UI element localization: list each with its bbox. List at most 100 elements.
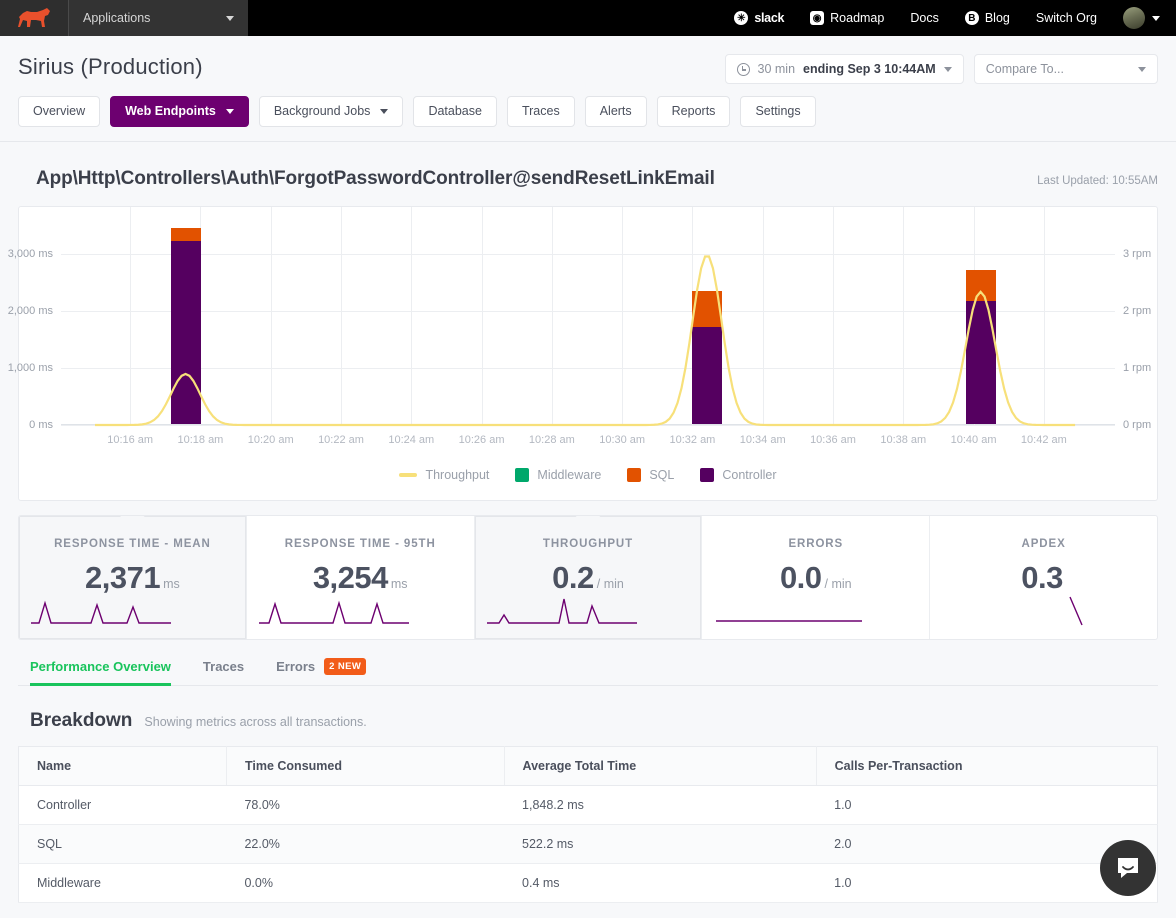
x-axis-tick-label: 10:40 am bbox=[950, 433, 997, 446]
chart-plot-area: 0 ms 1,000 ms 2,000 ms 3,000 ms 0 rpm 1 rpm 2 … bbox=[8, 206, 1151, 446]
applications-dropdown[interactable]: Applications bbox=[68, 0, 248, 36]
subnav-button-overview[interactable]: Overview bbox=[18, 96, 101, 127]
nav-link-slack[interactable]: ✳ slack bbox=[734, 11, 784, 25]
table-cell: 522.2 ms bbox=[504, 824, 817, 864]
metric-card-response-time-95th[interactable]: RESPONSE TIME - 95TH 3,254 ms bbox=[245, 515, 474, 639]
metric-card-value-wrap: 0.0/ min bbox=[702, 560, 929, 596]
legend-item-sql[interactable]: SQL bbox=[627, 467, 675, 482]
nav-link-roadmap[interactable]: ◉ Roadmap bbox=[810, 11, 884, 25]
nav-link-switch-org[interactable]: Switch Org bbox=[1036, 11, 1097, 25]
time-range-selector[interactable]: 30 min ending Sep 3 10:44AM bbox=[724, 54, 964, 84]
x-axis-tick-label: 10:16 am bbox=[107, 433, 154, 446]
top-navigation-bar: Applications ✳ slack ◉ Roadmap Docs B Bl… bbox=[0, 0, 1176, 36]
user-menu[interactable] bbox=[1123, 7, 1160, 29]
last-updated-label: Last Updated: 10:55AM bbox=[1037, 174, 1158, 187]
nav-link-blog[interactable]: B Blog bbox=[964, 11, 1010, 25]
performance-chart[interactable]: 0 ms 1,000 ms 2,000 ms 3,000 ms 0 rpm 1 rpm 2 … bbox=[8, 206, 1157, 462]
metric-card-label: ERRORS bbox=[788, 537, 844, 550]
legend-swatch bbox=[399, 472, 418, 477]
x-axis-tick-label: 10:28 am bbox=[528, 433, 575, 446]
x-axis-tick-label: 10:34 am bbox=[739, 433, 786, 446]
metric-card-unit: / min bbox=[824, 576, 852, 591]
top-nav-links: ✳ slack ◉ Roadmap Docs B Blog Switch Org bbox=[734, 0, 1176, 36]
tab-badge: 2 NEW bbox=[324, 657, 367, 675]
dog-logo-icon[interactable] bbox=[0, 0, 68, 36]
y-axis-tick-label: 1,000 ms bbox=[7, 361, 53, 374]
subnav-button-alerts[interactable]: Alerts bbox=[584, 96, 647, 127]
header-controls: 30 min ending Sep 3 10:44AM Compare To..… bbox=[724, 54, 1158, 84]
metric-card-throughput[interactable]: THROUGHPUT 0.2/ min bbox=[473, 515, 702, 639]
chevron-down-icon bbox=[1152, 15, 1160, 21]
table-cell: Controller bbox=[18, 785, 227, 825]
legend-item-middleware[interactable]: Middleware bbox=[515, 467, 601, 482]
y2-axis-tick-label: 3 rpm bbox=[1123, 248, 1152, 261]
table-column-header[interactable]: Calls Per-Transaction bbox=[816, 746, 1158, 786]
metric-card-errors[interactable]: ERRORS 0.0/ min bbox=[701, 515, 929, 639]
breakdown-subtitle: Showing metrics across all transactions. bbox=[144, 714, 367, 729]
nav-link-roadmap-label: Roadmap bbox=[830, 11, 885, 25]
subnav-button-database[interactable]: Database bbox=[413, 96, 497, 127]
y2-axis-tick-label: 2 rpm bbox=[1123, 305, 1152, 318]
compare-to-selector[interactable]: Compare To... bbox=[973, 54, 1158, 84]
metric-card-response-time-mean[interactable]: RESPONSE TIME - MEAN 2,371 ms bbox=[19, 515, 246, 639]
metric-card-value: 0.3 bbox=[1021, 559, 1063, 595]
table-column-header[interactable]: Name bbox=[18, 746, 227, 786]
time-range-prefix: 30 min bbox=[757, 62, 796, 76]
metric-card-unit: / min bbox=[596, 576, 624, 591]
chevron-down-icon bbox=[225, 108, 234, 114]
subnav-button-web-endpoints[interactable]: Web Endpoints bbox=[110, 96, 249, 127]
legend-swatch bbox=[700, 467, 715, 482]
roadmap-icon: ◉ bbox=[810, 11, 825, 25]
tab-errors[interactable]: Errors 2 NEW bbox=[276, 657, 367, 685]
tab-label: Traces bbox=[202, 658, 245, 674]
legend-label: Throughput bbox=[425, 467, 490, 482]
tab-traces[interactable]: Traces bbox=[203, 658, 244, 685]
clock-icon bbox=[736, 62, 750, 76]
metric-card-sparkline bbox=[487, 593, 637, 627]
performance-chart-card: 0 ms 1,000 ms 2,000 ms 3,000 ms 0 rpm 1 rpm 2 … bbox=[8, 205, 1158, 501]
nav-link-docs[interactable]: Docs bbox=[910, 11, 938, 25]
time-range-value: ending Sep 3 10:44AM bbox=[803, 62, 936, 76]
metric-card-value-wrap: 2,371 ms bbox=[19, 560, 246, 596]
intercom-messenger-icon[interactable] bbox=[1100, 840, 1156, 896]
x-axis-tick-label: 10:22 am bbox=[318, 433, 364, 446]
subnav-button-background-jobs[interactable]: Background Jobs bbox=[258, 96, 404, 127]
table-cell: 78.0% bbox=[226, 785, 505, 825]
subnav-button-reports[interactable]: Reports bbox=[656, 96, 731, 127]
applications-label: Applications bbox=[83, 11, 151, 25]
subnav-button-label: Background Jobs bbox=[273, 104, 371, 118]
tab-performance-overview[interactable]: Performance Overview bbox=[30, 658, 171, 686]
breakdown-title: Breakdown bbox=[30, 709, 133, 731]
metric-card-value-wrap: 0.2/ min bbox=[475, 560, 702, 596]
y-axis-tick-label: 2,000 ms bbox=[7, 305, 53, 318]
legend-swatch bbox=[515, 467, 530, 482]
metric-card-apdex[interactable]: APDEX 0.3 bbox=[929, 515, 1157, 639]
nav-link-docs-label: Docs bbox=[910, 11, 939, 25]
blog-icon: B bbox=[964, 11, 979, 25]
subnav-button-label: Web Endpoints bbox=[125, 104, 216, 118]
endpoint-header: App\Http\Controllers\Auth\ForgotPassword… bbox=[18, 142, 1158, 206]
x-axis-tick-label: 10:20 am bbox=[247, 433, 294, 446]
legend-label: Controller bbox=[722, 467, 777, 482]
subnav-button-traces[interactable]: Traces bbox=[506, 96, 575, 127]
table-column-header[interactable]: Time Consumed bbox=[226, 746, 505, 786]
table-cell: 22.0% bbox=[226, 824, 505, 864]
legend-item-controller[interactable]: Controller bbox=[700, 467, 777, 482]
table-cell: 1,848.2 ms bbox=[504, 785, 817, 825]
metric-card-label: APDEX bbox=[1021, 537, 1066, 550]
table-column-header[interactable]: Average Total Time bbox=[504, 746, 817, 786]
legend-label: SQL bbox=[649, 467, 675, 482]
table-row[interactable]: SQL 22.0% 522.2 ms 2.0 bbox=[18, 824, 1158, 864]
subnav-button-label: Alerts bbox=[599, 104, 632, 118]
metric-card-value-wrap: 0.3 bbox=[930, 560, 1157, 596]
chevron-down-icon bbox=[943, 66, 952, 72]
legend-item-throughput[interactable]: Throughput bbox=[399, 468, 489, 482]
legend-swatch bbox=[627, 467, 642, 482]
table-row[interactable]: Middleware 0.0% 0.4 ms 1.0 bbox=[18, 863, 1158, 903]
y-axis-tick-label: 0 ms bbox=[29, 418, 53, 431]
subnav-button-settings[interactable]: Settings bbox=[740, 96, 816, 127]
endpoint-name: App\Http\Controllers\Auth\ForgotPassword… bbox=[36, 167, 715, 189]
main-content: App\Http\Controllers\Auth\ForgotPassword… bbox=[0, 141, 1176, 903]
table-cell: 0.4 ms bbox=[504, 863, 817, 903]
table-row[interactable]: Controller 78.0% 1,848.2 ms 1.0 bbox=[18, 785, 1158, 825]
